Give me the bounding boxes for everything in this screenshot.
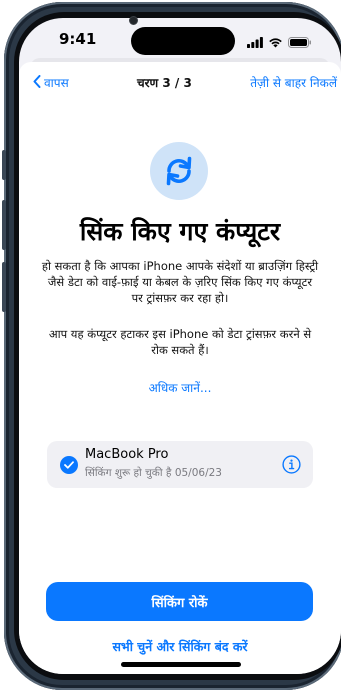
quick-exit-button[interactable]: तेज़ी से बाहर निकलें bbox=[250, 74, 337, 91]
device-name: MacBook Pro bbox=[85, 447, 169, 462]
description-paragraph: हो सकता है कि आपका iPhone आपके संदेशों य… bbox=[41, 259, 319, 305]
learn-more-link[interactable]: अधिक जानें... bbox=[19, 379, 341, 396]
dynamic-island bbox=[131, 27, 235, 55]
stop-syncing-button[interactable]: सिंकिंग रोकें bbox=[46, 582, 313, 621]
status-icons bbox=[247, 33, 312, 52]
chevron-left-icon bbox=[33, 74, 41, 91]
home-indicator bbox=[121, 662, 241, 667]
device-sync-status: सिंकिंग शुरू हो चुकी है 05/06/23 bbox=[85, 467, 222, 479]
checkmark-icon[interactable] bbox=[60, 456, 78, 474]
status-time: 9:41 bbox=[59, 30, 97, 48]
battery-icon bbox=[288, 33, 312, 52]
phone-screen: 9:41 वापस चरण 3 / 3 तेज़ी से बाहर निकलें bbox=[19, 18, 341, 674]
back-label: वापस bbox=[44, 76, 69, 90]
page-title: सिंक किए गए कंप्यूटर bbox=[79, 217, 281, 246]
removal-paragraph: आप यह कंप्यूटर हटाकर इस iPhone को डेटा ट… bbox=[48, 327, 312, 357]
volume-up-button bbox=[2, 200, 6, 250]
action-button bbox=[2, 150, 6, 180]
back-button[interactable]: वापस bbox=[33, 74, 69, 91]
safety-check-sheet: वापस चरण 3 / 3 तेज़ी से बाहर निकलें सिंक… bbox=[19, 62, 341, 674]
camera-dot bbox=[129, 16, 138, 25]
device-list-item[interactable]: MacBook Pro सिंकिंग शुरू हो चुकी है 05/0… bbox=[47, 441, 313, 488]
step-indicator: चरण 3 / 3 bbox=[137, 76, 192, 90]
cellular-signal-icon bbox=[247, 33, 263, 52]
sync-arrows-icon bbox=[150, 142, 208, 200]
volume-down-button bbox=[2, 262, 6, 312]
select-all-stop-syncing-button[interactable]: सभी चुनें और सिंकिंग बंद करें bbox=[19, 638, 341, 655]
wifi-icon bbox=[268, 33, 283, 52]
info-icon[interactable] bbox=[282, 455, 301, 474]
